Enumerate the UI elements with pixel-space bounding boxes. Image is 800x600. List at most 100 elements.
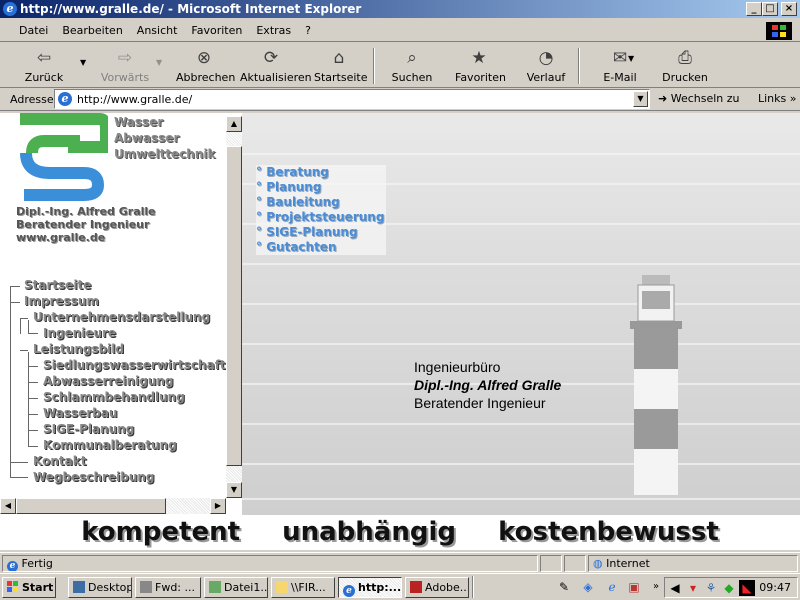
speaker-icon[interactable]: ◀ xyxy=(667,580,683,596)
horizontal-scroll-thumb[interactable] xyxy=(16,498,166,514)
scroll-right-icon[interactable]: ▶ xyxy=(210,498,226,514)
address-input[interactable]: e http://www.gralle.de/ ▼ xyxy=(54,89,650,109)
links-button[interactable]: Links » xyxy=(758,92,797,105)
nav-horizontal-scrollbar[interactable]: ◀ ▶ xyxy=(0,498,226,514)
zone-text: Internet xyxy=(606,557,650,570)
scroll-up-icon[interactable]: ▲ xyxy=(226,116,242,132)
close-button[interactable]: × xyxy=(781,2,797,16)
page-icon: e xyxy=(58,92,72,106)
antivirus-icon[interactable]: ◣ xyxy=(739,580,755,596)
back-dropdown-icon[interactable]: ▼ xyxy=(80,58,86,67)
menu-bearbeiten[interactable]: Bearbeiten xyxy=(55,24,129,37)
info-line-name: Dipl.-Ing. Alfred Gralle xyxy=(414,377,562,393)
favorites-button[interactable]: ★ Favoriten xyxy=(455,46,506,86)
tree-line xyxy=(28,398,38,399)
nav-link-kommunalberatung[interactable]: Kommunalberatung xyxy=(43,438,177,452)
service-link-sige-planung[interactable]: SIGE-Planung xyxy=(256,225,386,240)
nav-link-startseite[interactable]: Startseite xyxy=(24,278,91,292)
ie-icon: e xyxy=(3,2,17,16)
status-page-icon: e xyxy=(7,561,18,571)
owner-title: Beratender Ingenieur xyxy=(16,218,150,231)
mail-dropdown-icon[interactable]: ▼ xyxy=(628,54,634,63)
stop-icon: ⊗ xyxy=(196,48,212,68)
gralle-logo-icon xyxy=(20,113,108,201)
nav-link-abwasserreinigung[interactable]: Abwasserreinigung xyxy=(43,374,174,388)
mail-button[interactable]: ✉ E-Mail xyxy=(600,46,640,86)
menu-ansicht[interactable]: Ansicht xyxy=(130,24,185,37)
taskbar-separator xyxy=(472,576,474,598)
service-link-projektsteuerung[interactable]: Projektsteuerung xyxy=(256,210,386,225)
forward-arrow-icon: ⇨ xyxy=(117,48,133,68)
scroll-down-icon[interactable]: ▼ xyxy=(226,482,242,498)
go-button[interactable]: ➜ Wechseln zu xyxy=(658,92,740,105)
print-button[interactable]: ⎙ Drucken xyxy=(662,46,708,86)
nav-link-ingenieure[interactable]: Ingenieure xyxy=(43,326,116,340)
system-tray: ◀ ▾ ⚘ ◆ ◣ 09:47 xyxy=(664,577,798,598)
globe-icon: ◍ xyxy=(593,557,603,570)
nav-vertical-scrollbar[interactable]: ▲ ▼ xyxy=(226,116,242,498)
scroll-thumb[interactable] xyxy=(226,146,242,466)
brand-line: Abwasser xyxy=(114,131,180,145)
task-fir[interactable]: \\FIR... xyxy=(271,577,335,598)
security-icon[interactable]: ◆ xyxy=(721,580,737,596)
notepad-icon[interactable]: ✎ xyxy=(556,579,572,595)
nav-link-sige-planung[interactable]: SIGE-Planung xyxy=(43,422,134,436)
adobe-icon xyxy=(410,581,422,593)
ie-quicklaunch-icon[interactable]: ℯ xyxy=(604,579,620,595)
nav-link-leistungsbild[interactable]: Leistungsbild xyxy=(33,342,124,356)
info-line-office: Ingenieurbüro xyxy=(414,359,501,375)
tree-line xyxy=(10,286,20,287)
ie-icon: e xyxy=(343,585,355,597)
nav-link-siedlungswasserwirtschaft[interactable]: Siedlungswasserwirtschaft xyxy=(43,358,226,372)
toolbar: ⇦ Zurück ▼ ⇨ Vorwärts ▼ ⊗ Abbrechen ⟳ Aktual… xyxy=(0,44,800,88)
go-arrow-icon: ➜ xyxy=(658,92,668,105)
outlook-icon[interactable]: ◈ xyxy=(580,579,596,595)
nav-link-schlammbehandlung[interactable]: Schlammbehandlung xyxy=(43,390,185,404)
mail-icon xyxy=(140,581,152,593)
forward-dropdown-icon[interactable]: ▼ xyxy=(156,58,162,67)
menu-datei[interactable]: Datei xyxy=(12,24,55,37)
maximize-button[interactable]: □ xyxy=(762,2,778,16)
menu-extras[interactable]: Extras xyxy=(249,24,298,37)
address-label: Adresse xyxy=(10,93,54,106)
history-button[interactable]: ◔ Verlauf xyxy=(526,46,566,86)
address-bar: Adresse e http://www.gralle.de/ ▼ ➜ Wech… xyxy=(0,89,800,111)
service-link-planung[interactable]: Planung xyxy=(256,180,386,195)
menu-help[interactable]: ? xyxy=(298,24,318,37)
home-button[interactable]: ⌂ Startseite xyxy=(314,46,368,86)
nav-link-unternehmensdarstellung[interactable]: Unternehmensdarstellung xyxy=(33,310,210,324)
start-button[interactable]: Start xyxy=(2,577,56,598)
nav-tree: Startseite Impressum Unternehmensdarstel… xyxy=(10,278,226,508)
menu-favoriten[interactable]: Favoriten xyxy=(184,24,249,37)
tree-line xyxy=(28,430,38,431)
minimize-button[interactable]: _ xyxy=(746,2,762,16)
address-dropdown-icon[interactable]: ▼ xyxy=(633,91,648,107)
refresh-button[interactable]: ⟳ Aktualisieren xyxy=(240,46,312,86)
task-http[interactable]: e http:... xyxy=(338,577,402,598)
nav-link-impressum[interactable]: Impressum xyxy=(24,294,99,308)
search-button[interactable]: ⌕ Suchen xyxy=(390,46,434,86)
stop-button[interactable]: ⊗ Abbrechen xyxy=(176,46,235,86)
tree-line xyxy=(28,446,38,447)
forward-button[interactable]: ⇨ Vorwärts xyxy=(100,46,150,86)
task-desktop[interactable]: Desktop xyxy=(68,577,132,598)
app-icon[interactable]: ▣ xyxy=(626,579,642,595)
tree-line xyxy=(10,302,20,303)
task-datei1[interactable]: Datei1... xyxy=(204,577,268,598)
service-link-bauleitung[interactable]: Bauleitung xyxy=(256,195,386,210)
service-link-beratung[interactable]: Beratung xyxy=(256,165,386,180)
task-adobe[interactable]: Adobe... xyxy=(405,577,469,598)
task-fwd[interactable]: Fwd: ... xyxy=(135,577,201,598)
nav-link-kontakt[interactable]: Kontakt xyxy=(33,454,86,468)
brand-line: Wasser xyxy=(114,115,164,129)
more-icon[interactable]: » xyxy=(648,579,664,595)
info-line-title: Beratender Ingenieur xyxy=(414,395,546,411)
connection-icon[interactable]: ⚘ xyxy=(703,580,719,596)
network-icon[interactable]: ▾ xyxy=(685,580,701,596)
service-link-gutachten[interactable]: Gutachten xyxy=(256,240,386,255)
back-button[interactable]: ⇦ Zurück xyxy=(22,46,66,86)
nav-link-wasserbau[interactable]: Wasserbau xyxy=(43,406,117,420)
nav-link-wegbeschreibung[interactable]: Wegbeschreibung xyxy=(33,470,155,484)
scroll-left-icon[interactable]: ◀ xyxy=(0,498,16,514)
slogan-text: kompetent unabhängig kostenbewusst xyxy=(81,517,719,547)
